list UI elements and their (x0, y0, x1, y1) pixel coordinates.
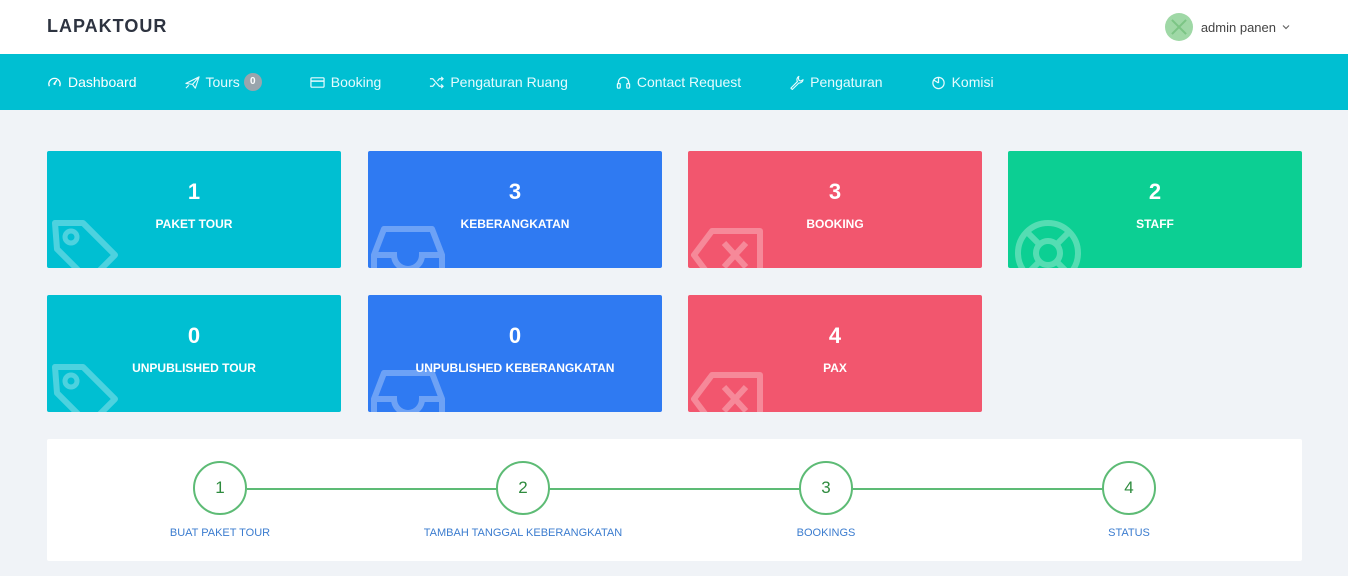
chevron-down-icon (1282, 25, 1290, 30)
headset-icon (616, 76, 631, 89)
shuffle-icon (430, 75, 445, 89)
nav-label: Pengaturan Ruang (450, 74, 568, 90)
stat-label: KEBERANGKATAN (460, 217, 570, 231)
pie-icon (931, 76, 945, 89)
nav-label: Booking (330, 74, 382, 90)
stat-label: PAX (823, 361, 847, 375)
stat-value: 1 (187, 179, 201, 204)
step-number: 1 (193, 461, 247, 515)
stat-label: STAFF (1136, 217, 1174, 231)
step-number: 4 (1102, 461, 1156, 515)
step-buat-paket-tour[interactable]: 1 BUAT PAKET TOUR (120, 461, 320, 539)
user-menu[interactable]: admin panen (1164, 13, 1290, 41)
nav-label: Tours (205, 74, 240, 90)
stat-card-unpublished-tour[interactable]: 0 UNPUBLISHED TOUR (47, 295, 341, 412)
stat-value: 0 (187, 323, 201, 348)
credit-card-icon (310, 76, 325, 88)
stat-label: UNPUBLISHED KEBERANGKATAN (415, 361, 615, 375)
nav-dashboard[interactable]: Dashboard (47, 74, 137, 90)
main-nav: Dashboard Tours 0 Booking Pengaturan Rua… (0, 54, 1348, 110)
nav-label: Dashboard (68, 74, 137, 90)
step-number: 2 (496, 461, 550, 515)
steps-connector-line (247, 488, 1127, 490)
stat-card-booking[interactable]: 3 BOOKING (688, 151, 982, 268)
stat-value: 0 (508, 323, 522, 348)
gauge-icon (48, 77, 61, 87)
tours-count-badge: 0 (243, 73, 262, 91)
nav-label: Pengaturan (810, 74, 883, 90)
workflow-steps-panel: 1 BUAT PAKET TOUR 2 TAMBAH TANGGAL KEBER… (47, 439, 1302, 561)
step-tambah-tanggal[interactable]: 2 TAMBAH TANGGAL KEBERANGKATAN (423, 461, 623, 539)
stat-label: BOOKING (806, 217, 864, 231)
nav-pengaturan[interactable]: Pengaturan (789, 74, 883, 90)
nav-label: Komisi (951, 74, 994, 90)
avatar (1164, 13, 1193, 41)
stat-label: UNPUBLISHED TOUR (132, 361, 256, 375)
plane-icon (184, 75, 200, 89)
stat-value: 2 (1148, 179, 1162, 204)
step-label: STATUS (1108, 527, 1150, 539)
step-bookings[interactable]: 3 BOOKINGS (726, 461, 926, 539)
wrench-icon (790, 75, 804, 90)
nav-label: Contact Request (636, 74, 742, 90)
stat-value: 3 (508, 179, 522, 204)
step-status[interactable]: 4 STATUS (1029, 461, 1229, 539)
step-label: BOOKINGS (796, 527, 856, 539)
stat-label: PAKET TOUR (155, 217, 233, 231)
stat-card-unpublished-keberangkatan[interactable]: 0 UNPUBLISHED KEBERANGKATAN (368, 295, 662, 412)
nav-booking[interactable]: Booking (310, 74, 382, 90)
stat-value: 4 (828, 323, 842, 348)
user-name: admin panen (1200, 19, 1276, 35)
top-header: LAPAKTOUR admin panen (0, 0, 1348, 54)
nav-komisi[interactable]: Komisi (931, 74, 994, 90)
step-label: BUAT PAKET TOUR (169, 527, 271, 539)
step-number: 3 (799, 461, 853, 515)
brand-logo[interactable]: LAPAKTOUR (47, 16, 167, 37)
step-label: TAMBAH TANGGAL KEBERANGKATAN (423, 527, 623, 539)
nav-tours[interactable]: Tours 0 (184, 73, 262, 91)
stat-card-staff[interactable]: 2 STAFF (1008, 151, 1302, 268)
nav-pengaturan-ruang[interactable]: Pengaturan Ruang (429, 74, 568, 90)
stat-card-pax[interactable]: 4 PAX (688, 295, 982, 412)
stat-card-keberangkatan[interactable]: 3 KEBERANGKATAN (368, 151, 662, 268)
stat-card-paket-tour[interactable]: 1 PAKET TOUR (47, 151, 341, 268)
nav-contact-request[interactable]: Contact Request (616, 74, 741, 90)
stat-value: 3 (828, 179, 842, 204)
